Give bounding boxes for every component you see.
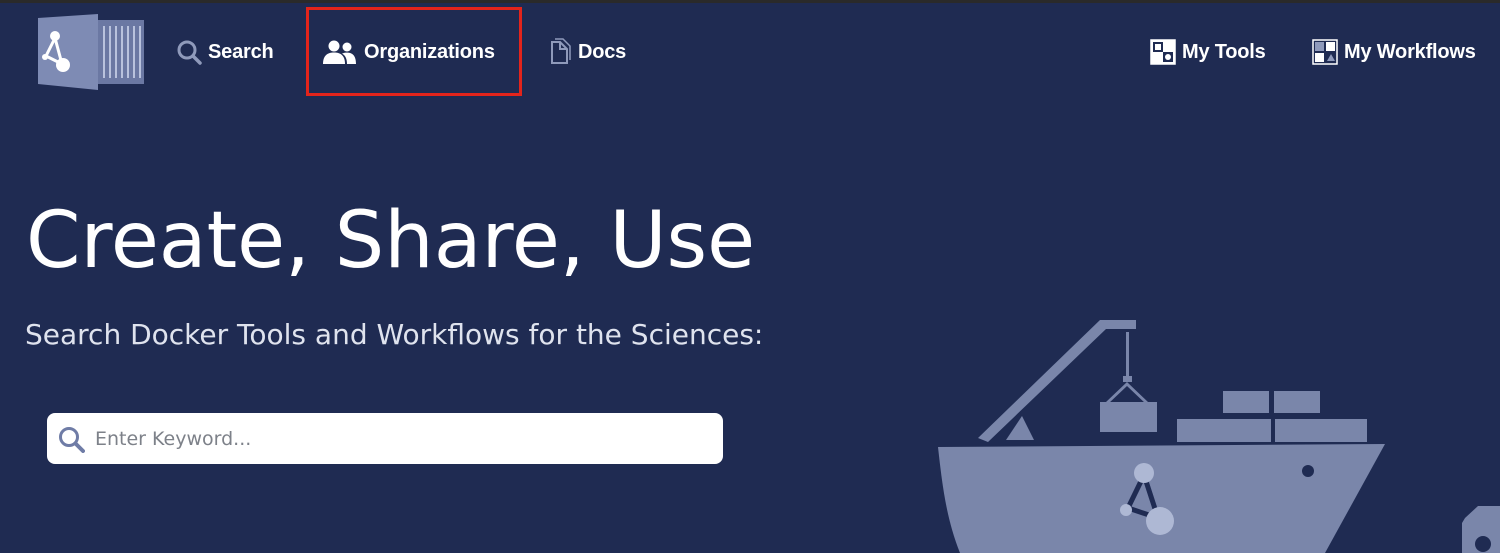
nav-my-workflows[interactable]: My Workflows (1312, 38, 1476, 66)
nav-my-tools[interactable]: My Tools (1150, 38, 1266, 66)
hero-subtitle: Search Docker Tools and Workflows for th… (25, 318, 764, 351)
nav-docs-label: Docs (578, 40, 627, 63)
people-icon (322, 39, 358, 65)
keyword-search-box[interactable] (47, 413, 723, 464)
nav-organizations[interactable]: Organizations (322, 38, 495, 66)
dockstore-logo[interactable] (34, 14, 146, 90)
hero-title: Create, Share, Use (26, 196, 756, 286)
nav-organizations-label: Organizations (364, 40, 495, 63)
window-top-border (0, 0, 1500, 3)
ship-illustration (938, 320, 1500, 553)
nav-my-workflows-label: My Workflows (1344, 40, 1476, 63)
nav-docs[interactable]: Docs (548, 38, 626, 66)
document-icon (548, 38, 572, 66)
search-icon (57, 425, 85, 453)
workflows-icon (1312, 39, 1338, 65)
nav-my-tools-label: My Tools (1182, 40, 1266, 63)
search-icon (176, 39, 202, 65)
nav-search[interactable]: Search (176, 38, 274, 66)
tools-icon (1150, 39, 1176, 65)
nav-search-label: Search (208, 40, 274, 63)
keyword-search-input[interactable] (93, 417, 697, 460)
